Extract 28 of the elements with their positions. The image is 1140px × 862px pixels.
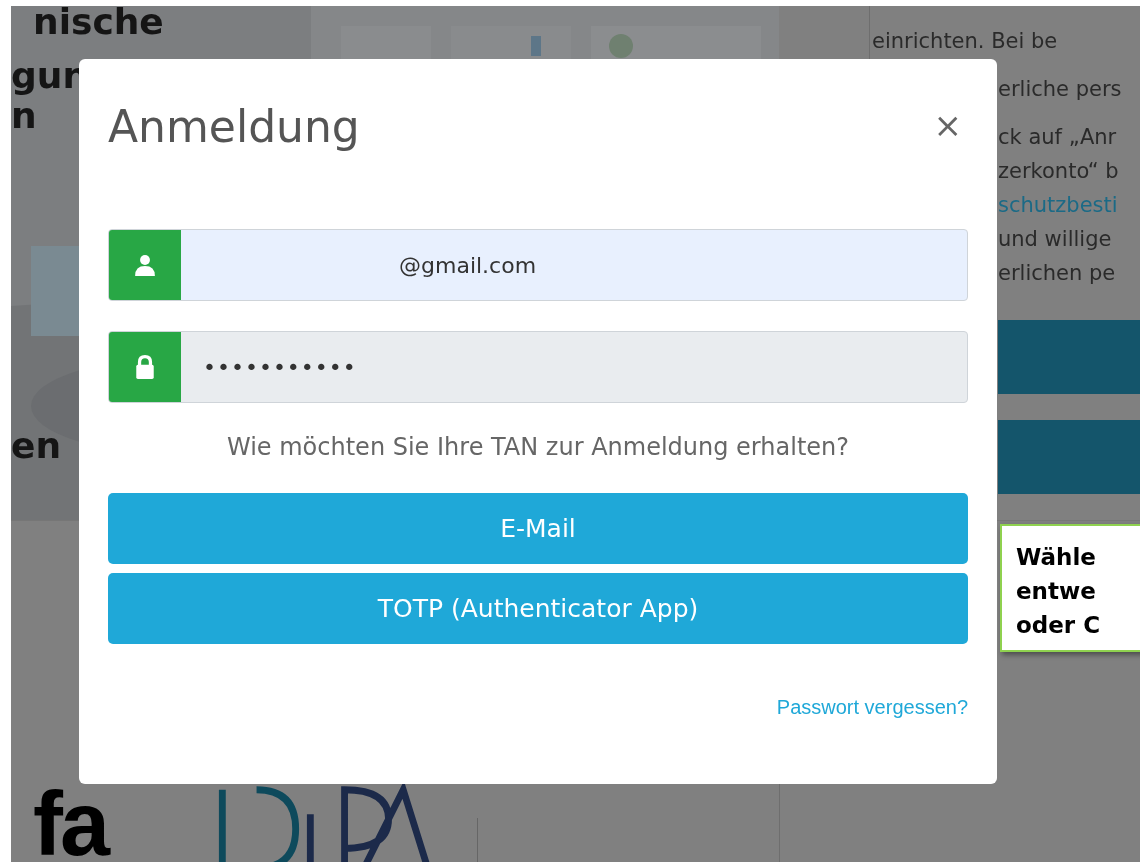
body-text: und willige	[998, 226, 1112, 253]
body-text: erlichen pe	[998, 260, 1116, 287]
tan-method-button[interactable]: TOTP (Authenticator App)	[108, 573, 968, 644]
forgot-password-link[interactable]: Passwort vergessen?	[776, 696, 968, 719]
heading-text: nische	[33, 6, 164, 42]
email-value: @gmail.com	[398, 252, 537, 278]
email-field[interactable]: @gmail.com	[108, 229, 968, 301]
logo-text: fa	[33, 788, 108, 860]
action-button[interactable]	[998, 320, 1140, 394]
callout-text: Wähle	[1016, 543, 1096, 572]
callout-text: entwe	[1016, 577, 1096, 606]
body-text: erliche pers	[998, 76, 1122, 103]
body-text: ck auf „Anr	[998, 124, 1117, 151]
body-text: zerkonto“ b	[998, 158, 1119, 185]
heading-text: n	[11, 96, 37, 136]
body-text: einrichten. Bei be	[872, 28, 1058, 55]
close-button[interactable]: ×	[927, 105, 968, 145]
heading-text: en	[11, 426, 62, 466]
tan-question: Wie möchten Sie Ihre TAN zur Anmeldung erhalten?	[225, 433, 851, 461]
action-button[interactable]	[998, 420, 1140, 494]
password-field[interactable]: •••••••••••	[108, 331, 968, 403]
lock-icon	[134, 355, 156, 379]
callout-text: oder C	[1016, 611, 1101, 640]
dialog-title: Anmeldung	[108, 100, 360, 152]
privacy-link[interactable]: schutzbesti	[998, 188, 1118, 222]
tan-method-button[interactable]: E-Mail	[108, 493, 968, 564]
user-icon	[134, 253, 156, 277]
password-value: •••••••••••	[202, 354, 357, 380]
